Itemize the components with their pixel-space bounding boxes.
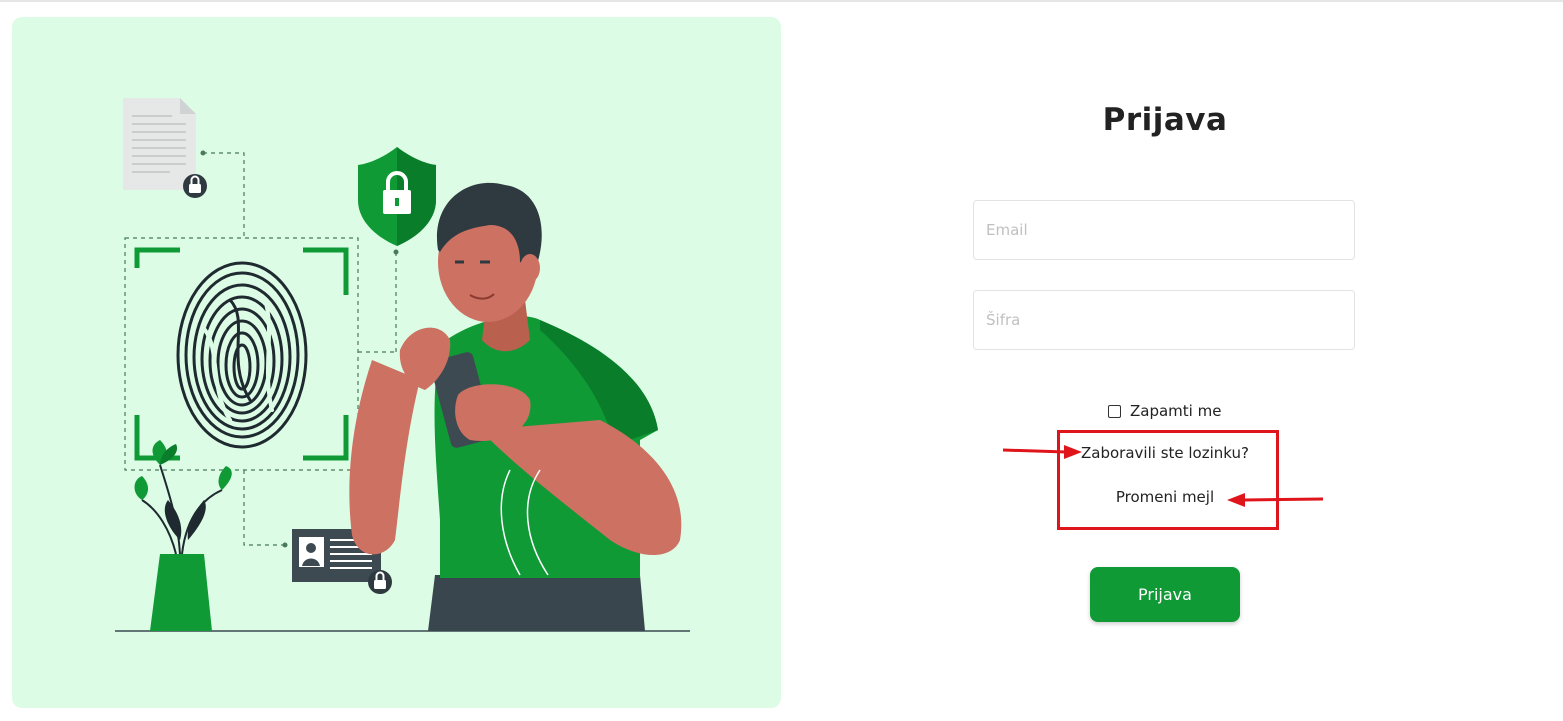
top-divider bbox=[0, 0, 1563, 2]
password-field[interactable] bbox=[973, 290, 1355, 350]
padlock-icon bbox=[183, 174, 207, 198]
shield-lock-icon bbox=[358, 147, 436, 246]
annotation-highlight-box bbox=[1057, 430, 1279, 530]
email-field[interactable] bbox=[973, 200, 1355, 260]
plant-icon bbox=[134, 440, 232, 631]
person-with-phone bbox=[349, 182, 682, 631]
scan-frame bbox=[134, 247, 349, 461]
padlock-icon bbox=[368, 570, 392, 594]
security-illustration bbox=[115, 98, 690, 632]
remember-me-checkbox[interactable]: Zapamti me bbox=[1108, 400, 1221, 422]
login-button[interactable]: Prijava bbox=[1090, 567, 1240, 622]
page-title: Prijava bbox=[1102, 102, 1228, 138]
checkbox-box[interactable] bbox=[1108, 404, 1121, 418]
remember-me-label: Zapamti me bbox=[1130, 402, 1222, 420]
fingerprint-icon bbox=[176, 261, 308, 449]
document-icon bbox=[123, 98, 196, 190]
illustration-panel bbox=[12, 17, 781, 708]
